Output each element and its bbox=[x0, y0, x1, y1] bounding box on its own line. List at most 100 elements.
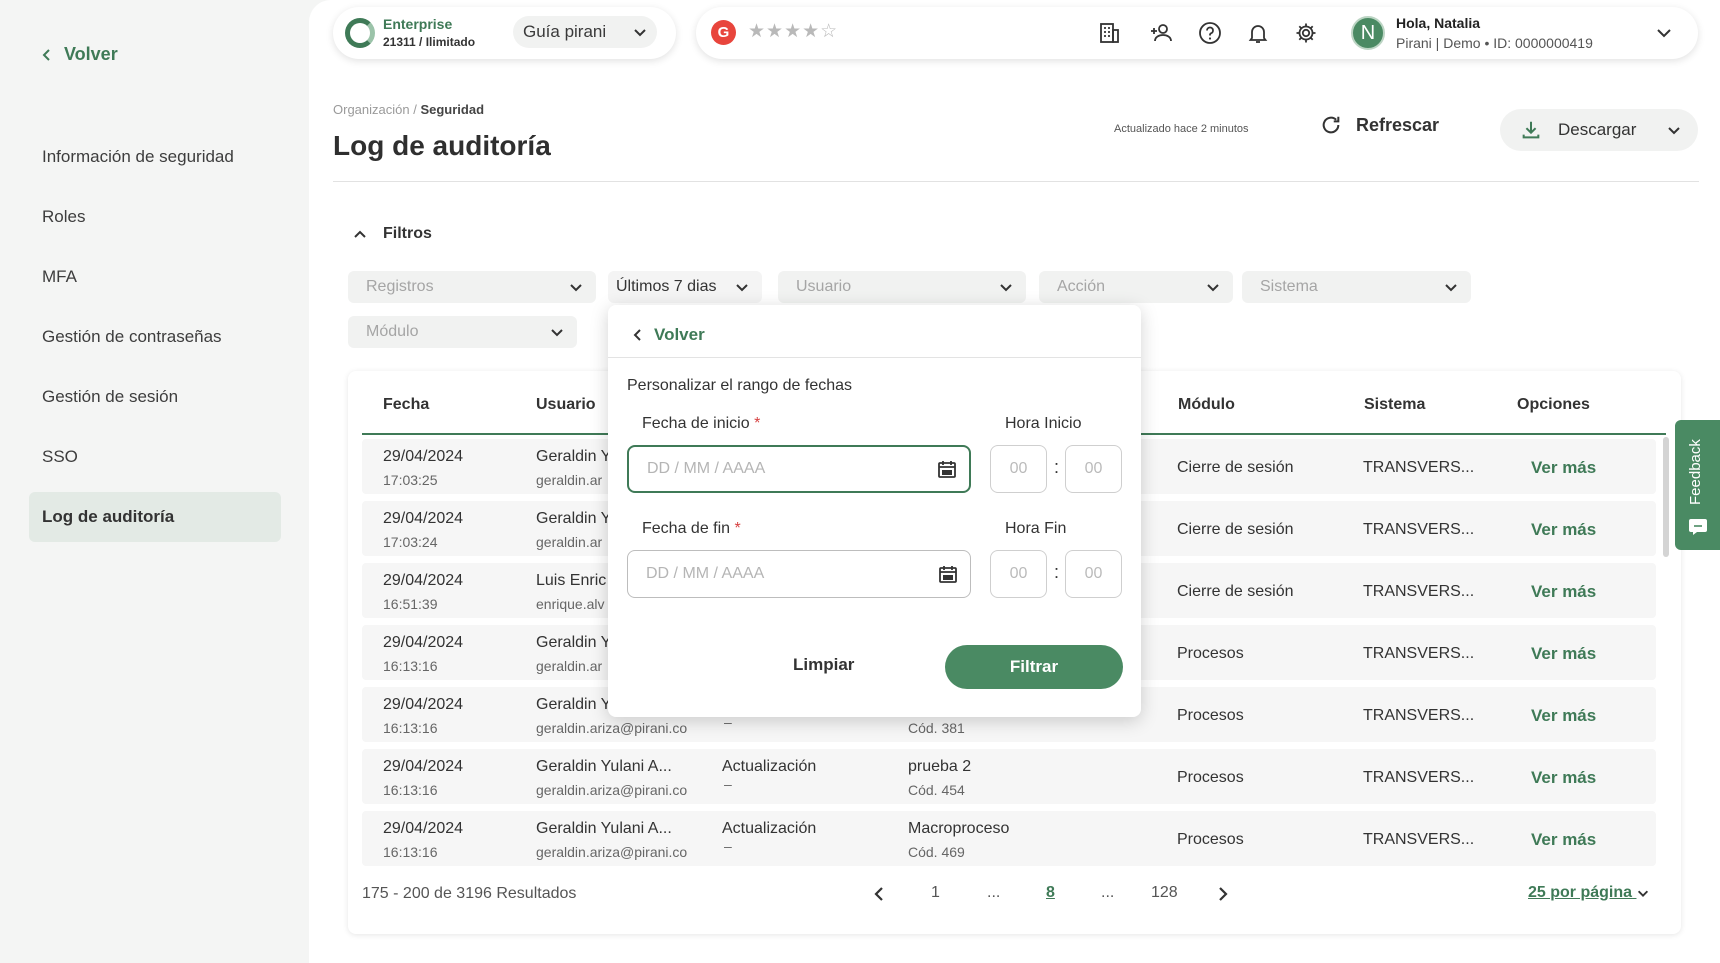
calendar-icon[interactable] bbox=[937, 459, 957, 479]
clear-button[interactable]: Limpiar bbox=[793, 655, 854, 675]
chevron-down-icon bbox=[736, 284, 748, 292]
ver-mas-link[interactable]: Ver más bbox=[1531, 644, 1596, 664]
page-8[interactable]: 8 bbox=[1046, 884, 1055, 902]
chevron-down-icon bbox=[1668, 127, 1681, 135]
row-email: geraldin.ariza@pirani.co bbox=[536, 844, 688, 860]
refresh-button[interactable]: Refrescar bbox=[1320, 114, 1439, 136]
sidebar-item-mfa[interactable]: MFA bbox=[29, 252, 281, 302]
download-button[interactable]: Descargar bbox=[1500, 109, 1698, 151]
plan-pill: Enterprise 21311 / Ilimitado Guía pirani bbox=[333, 7, 676, 59]
plan-sub: 21311 / Ilimitado bbox=[383, 35, 476, 49]
help-icon[interactable] bbox=[1197, 20, 1223, 46]
select-value: Últimos 7 dias bbox=[616, 278, 717, 295]
sidebar-item-passwords[interactable]: Gestión de contraseñas bbox=[29, 312, 281, 362]
ver-mas-link[interactable]: Ver más bbox=[1531, 830, 1596, 850]
usuario-select[interactable]: Usuario bbox=[778, 271, 1026, 303]
ver-mas-link[interactable]: Ver más bbox=[1531, 458, 1596, 478]
row-email: geraldin.ar bbox=[536, 658, 603, 674]
chevron-left-icon bbox=[42, 48, 50, 61]
row-object: prueba 2 bbox=[908, 758, 972, 775]
chevron-down-icon bbox=[551, 329, 563, 337]
row-system: TRANSVERS... bbox=[1363, 769, 1475, 786]
chat-icon bbox=[1689, 519, 1707, 535]
row-time: 16:13:16 bbox=[383, 844, 438, 860]
breadcrumb: Organización / Seguridad bbox=[333, 102, 484, 117]
page-title: Log de auditoría bbox=[333, 130, 551, 161]
sidebar-item-sessions[interactable]: Gestión de sesión bbox=[29, 372, 281, 422]
ver-mas-link[interactable]: Ver más bbox=[1531, 768, 1596, 788]
column-header-fecha: Fecha bbox=[383, 396, 430, 413]
guide-label: Guía pirani bbox=[523, 22, 607, 41]
g2-letter: G bbox=[717, 24, 730, 41]
guide-select[interactable]: Guía pirani bbox=[513, 16, 657, 48]
registros-select[interactable]: Registros bbox=[348, 271, 596, 303]
g2-logo-icon[interactable]: G bbox=[711, 20, 736, 45]
end-minute-input[interactable]: 00 bbox=[1065, 550, 1122, 598]
next-page-icon[interactable] bbox=[1215, 886, 1231, 902]
filters-toggle[interactable]: Filtros bbox=[353, 225, 432, 243]
row-time: 16:13:16 bbox=[383, 720, 438, 736]
row-email: geraldin.ar bbox=[536, 472, 603, 488]
avatar[interactable]: N bbox=[1351, 16, 1385, 50]
sidebar-item-label: Log de auditoría bbox=[42, 507, 175, 526]
calendar-icon[interactable] bbox=[938, 564, 958, 584]
sidebar-item-security-info[interactable]: Información de seguridad bbox=[29, 132, 281, 182]
chevron-down-icon bbox=[1445, 284, 1457, 292]
sistema-select[interactable]: Sistema bbox=[1242, 271, 1471, 303]
chevron-down-icon[interactable] bbox=[1651, 20, 1677, 46]
sidebar-item-audit-log[interactable]: Log de auditoría bbox=[29, 492, 281, 542]
back-link[interactable]: Volver bbox=[40, 44, 118, 65]
gear-icon[interactable] bbox=[1293, 20, 1319, 46]
select-value: Sistema bbox=[1260, 278, 1318, 295]
chevron-down-icon bbox=[570, 284, 582, 292]
row-time: 17:03:25 bbox=[383, 472, 438, 488]
per-page-label: 25 por página bbox=[1528, 884, 1633, 901]
ver-mas-link[interactable]: Ver más bbox=[1531, 582, 1596, 602]
sidebar-item-roles[interactable]: Roles bbox=[29, 192, 281, 242]
bell-icon[interactable] bbox=[1245, 20, 1271, 46]
end-date-input[interactable]: DD / MM / AAAA bbox=[627, 550, 971, 598]
end-hour-input[interactable]: 00 bbox=[990, 550, 1047, 598]
row-time: 16:51:39 bbox=[383, 596, 438, 612]
modulo-select[interactable]: Módulo bbox=[348, 316, 577, 348]
row-user: Geraldin Y bbox=[536, 634, 612, 651]
table-scrollbar[interactable] bbox=[1663, 437, 1669, 557]
sidebar: Volver Información de seguridad Roles MF… bbox=[0, 0, 309, 963]
row-action-sub: – bbox=[724, 776, 732, 792]
popover-title: Personalizar el rango de fechas bbox=[627, 377, 853, 394]
per-page-select[interactable]: 25 por página bbox=[1528, 884, 1650, 902]
page-128[interactable]: 128 bbox=[1151, 884, 1178, 902]
accion-select[interactable]: Acción bbox=[1039, 271, 1233, 303]
ver-mas-link[interactable]: Ver más bbox=[1531, 706, 1596, 726]
row-email: geraldin.ariza@pirani.co bbox=[536, 782, 688, 798]
feedback-label: Feedback bbox=[1687, 439, 1704, 505]
column-header-sistema: Sistema bbox=[1364, 396, 1426, 413]
filter-button[interactable]: Filtrar bbox=[945, 645, 1123, 689]
rating-stars[interactable]: ★★★★☆ bbox=[748, 20, 838, 43]
start-date-label: Fecha de inicio * bbox=[642, 415, 760, 433]
download-label: Descargar bbox=[1558, 120, 1637, 139]
period-select[interactable]: Últimos 7 dias bbox=[608, 271, 762, 303]
sidebar-item-label: Gestión de sesión bbox=[42, 387, 179, 406]
row-user: Geraldin Y bbox=[536, 510, 612, 527]
add-user-icon[interactable] bbox=[1148, 20, 1174, 46]
building-icon[interactable] bbox=[1096, 20, 1122, 46]
sidebar-item-label: SSO bbox=[42, 447, 78, 466]
column-header-usuario: Usuario bbox=[536, 396, 596, 413]
start-date-input[interactable]: DD / MM / AAAA bbox=[627, 445, 971, 493]
chevron-left-icon bbox=[633, 329, 641, 341]
end-date-label-text: Fecha de fin bbox=[642, 520, 731, 537]
sidebar-item-sso[interactable]: SSO bbox=[29, 432, 281, 482]
feedback-tab[interactable]: Feedback bbox=[1675, 420, 1720, 550]
start-minute-input[interactable]: 00 bbox=[1065, 445, 1122, 493]
popover-back-button[interactable]: Volver bbox=[632, 325, 705, 345]
start-hour-input[interactable]: 00 bbox=[990, 445, 1047, 493]
page-1[interactable]: 1 bbox=[931, 884, 940, 902]
row-user: Geraldin Yulani A... bbox=[536, 758, 672, 775]
ver-mas-link[interactable]: Ver más bbox=[1531, 520, 1596, 540]
row-email: enrique.alv bbox=[536, 596, 605, 612]
prev-page-icon[interactable] bbox=[871, 886, 887, 902]
page-ellipsis: ... bbox=[1101, 884, 1115, 901]
select-value: Módulo bbox=[366, 323, 419, 340]
breadcrumb-parent[interactable]: Organización / bbox=[333, 102, 417, 117]
